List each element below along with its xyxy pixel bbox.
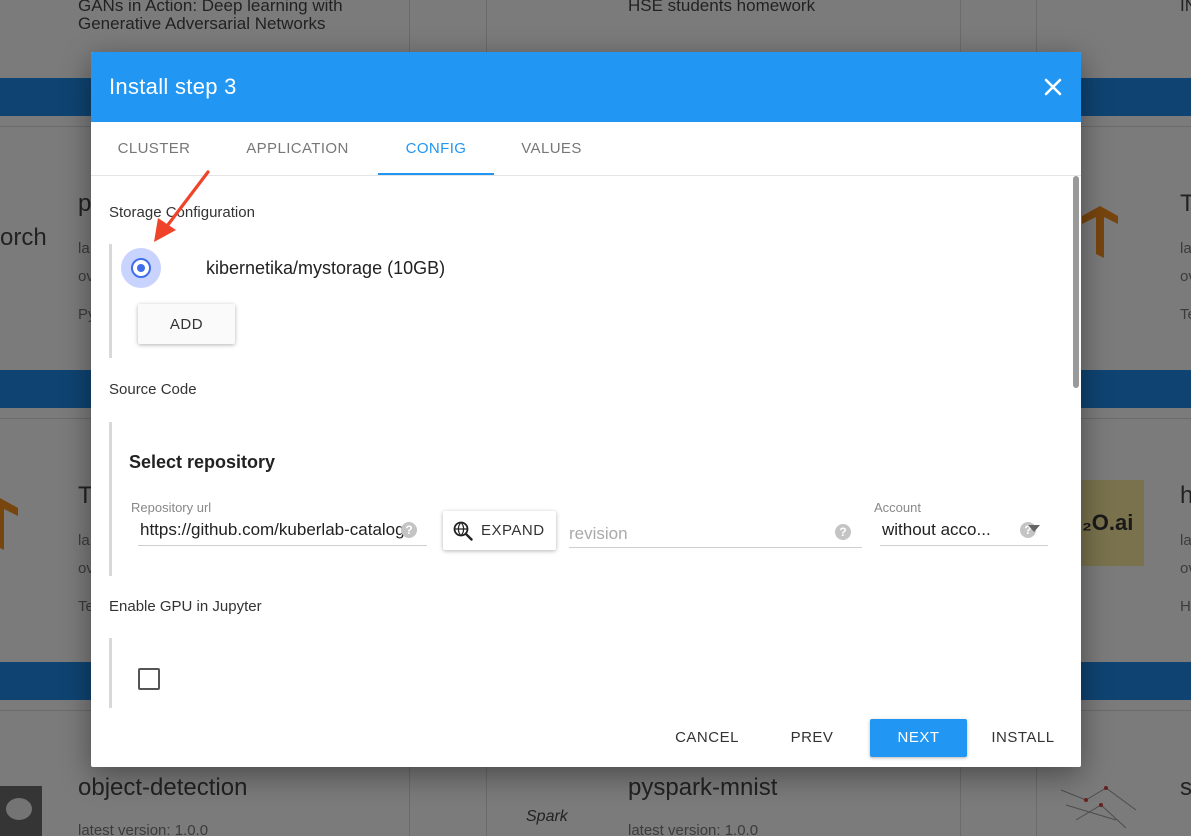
gpu-section-label: Enable GPU in Jupyter xyxy=(109,598,262,615)
radio-dot xyxy=(137,264,145,272)
account-select[interactable]: without acco... ? xyxy=(880,516,1048,546)
chevron-down-icon[interactable] xyxy=(1028,525,1040,532)
dialog-footer: CANCEL PREV NEXT INSTALL xyxy=(91,708,1081,767)
globe-search-icon xyxy=(453,521,473,541)
next-button[interactable]: NEXT xyxy=(870,719,967,757)
dialog-title: Install step 3 xyxy=(109,74,237,99)
install-button[interactable]: INSTALL xyxy=(981,719,1065,757)
install-dialog: Install step 3 CLUSTER APPLICATION CONFI… xyxy=(91,52,1081,767)
config-body: Storage Configuration kibernetika/mystor… xyxy=(91,176,1081,708)
select-repository-heading: Select repository xyxy=(129,452,276,472)
add-storage-button[interactable]: ADD xyxy=(138,304,235,344)
revision-placeholder: revision xyxy=(569,524,628,543)
expand-button[interactable]: EXPAND xyxy=(443,511,556,550)
annotation-arrow-icon xyxy=(154,170,210,242)
dialog-header: Install step 3 xyxy=(91,52,1081,122)
step-tabs: CLUSTER APPLICATION CONFIG VALUES xyxy=(91,122,1081,176)
cancel-button[interactable]: CANCEL xyxy=(663,719,751,757)
help-icon[interactable]: ? xyxy=(401,522,417,538)
prev-button[interactable]: PREV xyxy=(775,719,849,757)
account-label: Account xyxy=(874,500,921,515)
section-rule xyxy=(109,422,112,576)
section-rule xyxy=(109,244,112,358)
help-icon[interactable]: ? xyxy=(835,524,851,540)
close-icon[interactable] xyxy=(1041,75,1065,99)
source-section-label: Source Code xyxy=(109,381,197,398)
tab-config[interactable]: CONFIG xyxy=(378,122,494,175)
repo-url-label: Repository url xyxy=(131,500,212,515)
account-value: without acco... xyxy=(882,520,991,539)
repo-url-value: https://github.com/kuberlab-catalog xyxy=(140,520,405,539)
expand-label: EXPAND xyxy=(481,522,545,539)
enable-gpu-checkbox[interactable] xyxy=(138,668,160,690)
storage-option-label: kibernetika/mystorage (10GB) xyxy=(206,258,446,278)
tab-application[interactable]: APPLICATION xyxy=(217,122,378,175)
repo-url-field[interactable]: https://github.com/kuberlab-catalog ? xyxy=(138,516,427,546)
tab-values[interactable]: VALUES xyxy=(494,122,609,175)
storage-radio[interactable] xyxy=(131,258,151,278)
section-rule xyxy=(109,638,112,708)
revision-field[interactable]: revision ? xyxy=(569,518,862,548)
scrollbar[interactable] xyxy=(1073,176,1079,388)
